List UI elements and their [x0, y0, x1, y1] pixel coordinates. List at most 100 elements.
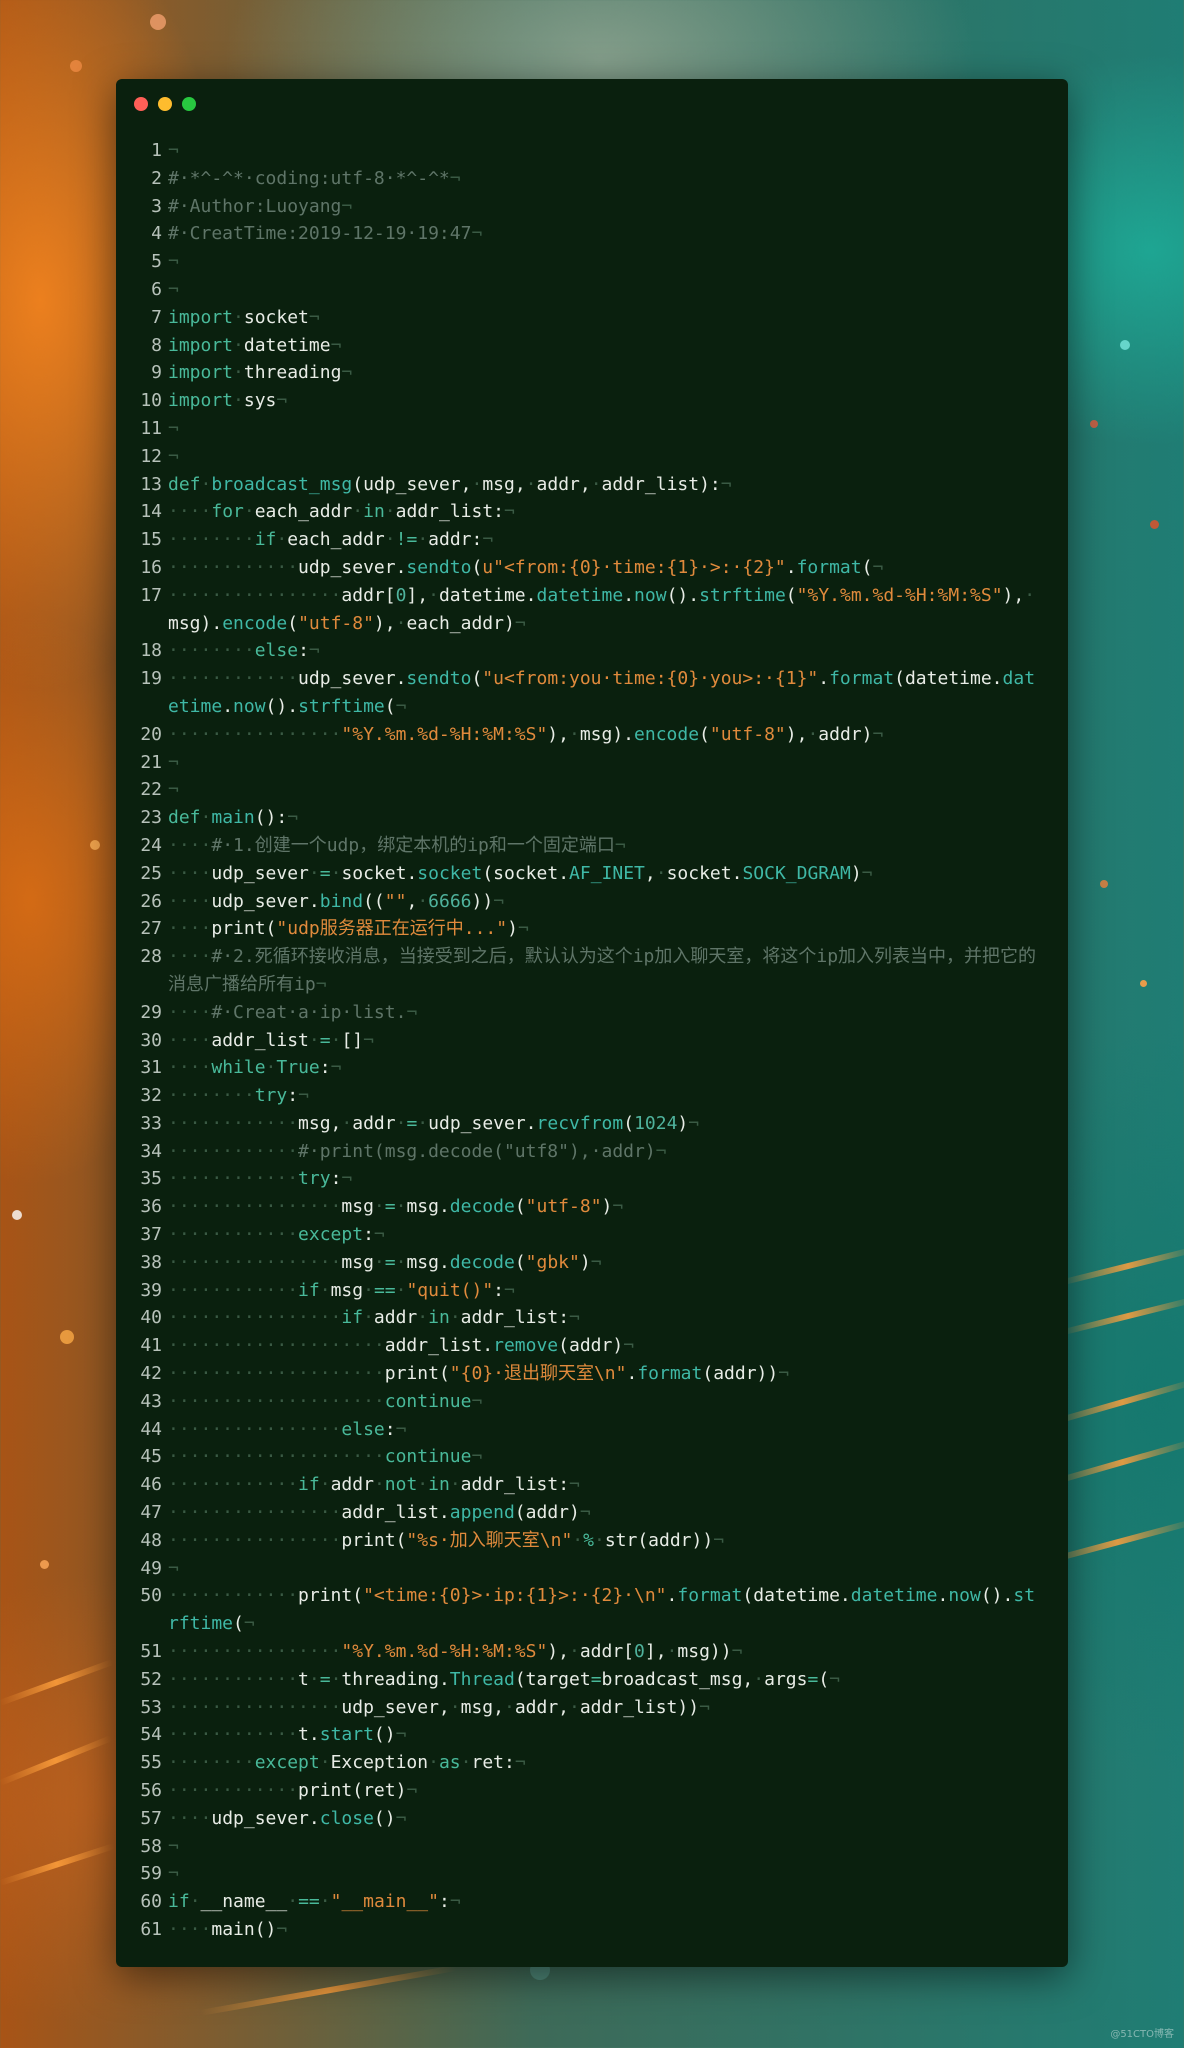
code-text: ····while·True:¬	[168, 1054, 1038, 1082]
code-line: 13 def·broadcast_msg(udp_sever,·msg,·addr…	[116, 471, 1068, 499]
function-token: close	[319, 1807, 374, 1829]
code-line: 56 ············print(ret)¬	[116, 1777, 1068, 1805]
code-line: 48 ················print("%s·加入聊天室\n"·%·s…	[116, 1527, 1068, 1555]
keyword-token: except	[298, 1224, 364, 1246]
whitespace-marker: ·	[417, 1307, 429, 1329]
line-number: 41	[140, 1335, 162, 1357]
bokeh-dot	[12, 1210, 22, 1220]
bokeh-dot	[1120, 340, 1130, 350]
whitespace-marker: ¬	[569, 1307, 580, 1329]
line-number: 47	[140, 1502, 162, 1524]
string-token: "udp服务器正在运行中..."	[276, 918, 508, 940]
identifier-token: addr	[330, 1474, 374, 1496]
close-window-button[interactable]	[134, 97, 148, 111]
code-text: ¬	[168, 415, 1038, 443]
identifier-token: addr[	[341, 584, 396, 606]
line-number: 17	[140, 584, 162, 606]
punct-token: (	[514, 1502, 526, 1524]
whitespace-marker: ············	[168, 556, 299, 578]
code-line: 26 ····udp_sever.bind(("",·6666))¬	[116, 888, 1068, 916]
string-token: "__main__"	[330, 1891, 439, 1913]
comment-token: #·CreatTime:2019-12-19·19:47	[168, 223, 472, 245]
whitespace-marker: ················	[168, 1696, 342, 1718]
minimize-window-button[interactable]	[158, 97, 172, 111]
code-text: ············print(ret)¬	[168, 1777, 1038, 1805]
code-window: 1 ¬ 2 #·*^-^*·coding:utf-8·*^-^*¬ 3 #·Author:…	[116, 79, 1068, 1967]
identifier-token: addr_list):	[601, 473, 721, 495]
whitespace-marker: ·	[417, 1112, 429, 1134]
whitespace-marker: ········	[168, 1752, 255, 1774]
identifier-token: :	[287, 1085, 299, 1107]
identifier-token: msg,	[298, 1112, 342, 1134]
whitespace-marker: ¬	[688, 1112, 700, 1134]
identifier-token: print	[211, 918, 266, 940]
keyword-token: in	[428, 1474, 450, 1496]
whitespace-marker: ¬	[168, 445, 179, 467]
bokeh-dot	[1100, 880, 1108, 888]
function-token: encode	[634, 723, 700, 745]
function-token: format	[796, 556, 862, 578]
code-line: 18 ········else:¬	[116, 637, 1068, 665]
line-number: 42	[140, 1363, 162, 1385]
code-text: #·CreatTime:2019-12-19·19:47¬	[168, 220, 1038, 248]
maximize-window-button[interactable]	[182, 97, 196, 111]
line-number: 4	[151, 223, 162, 245]
comment-token: #·2.死循环接收消息，当接受到之后，默认认为这个ip加入聊天室，将这个ip加入…	[168, 946, 1037, 995]
whitespace-marker: ·	[666, 1641, 678, 1663]
code-text: ¬	[168, 776, 1038, 804]
string-token: "%Y.%m.%d-%H:%M:%S"	[341, 723, 548, 745]
identifier-token: msg,	[482, 473, 526, 495]
code-line: 29 ····#·Creat·a·ip·list.¬	[116, 999, 1068, 1027]
identifier-token: ),	[785, 723, 808, 745]
punct-token: ():	[254, 807, 288, 829]
function-token: format	[829, 668, 895, 690]
identifier-token: addr_list	[211, 1029, 309, 1051]
line-number: 12	[140, 445, 162, 467]
identifier-token: ],	[406, 584, 429, 606]
whitespace-marker: ¬	[406, 1001, 418, 1023]
keyword-token: in	[363, 501, 385, 523]
keyword-token: if	[168, 1891, 190, 1913]
whitespace-marker: ¬	[276, 1919, 288, 1940]
whitespace-marker: ············	[168, 1585, 299, 1607]
identifier-token: udp_sever.	[428, 1112, 537, 1134]
identifier-token: )	[601, 1196, 613, 1218]
line-number: 11	[140, 417, 162, 439]
whitespace-marker: ·	[233, 390, 244, 412]
line-number: 19	[140, 668, 162, 690]
whitespace-marker: ············	[168, 1724, 299, 1746]
whitespace-marker: ············	[168, 1668, 299, 1690]
whitespace-marker: ¬	[482, 529, 494, 551]
whitespace-marker: ¬	[569, 1474, 580, 1496]
code-line: 8 import·datetime¬	[116, 332, 1068, 360]
identifier-token: :	[298, 640, 309, 662]
identifier-token: t.	[298, 1724, 320, 1746]
whitespace-marker: ¬	[406, 1780, 418, 1802]
identifier-token: print	[384, 1363, 439, 1385]
whitespace-marker: ·	[373, 1196, 385, 1218]
keyword-token: =	[406, 1112, 418, 1134]
code-text: ¬	[168, 137, 1038, 165]
code-line: 50 ············print("<time:{0}>·ip:{1}>:…	[116, 1582, 1068, 1638]
code-editor: 1 ¬ 2 #·*^-^*·coding:utf-8·*^-^*¬ 3 #·Author:…	[116, 137, 1068, 1944]
whitespace-marker: ·	[449, 1474, 461, 1496]
whitespace-marker: ·	[200, 807, 212, 829]
code-text: import·threading¬	[168, 359, 1038, 387]
identifier-token: main()	[211, 1919, 277, 1940]
keyword-token: not	[384, 1474, 418, 1496]
whitespace-marker: ¬	[655, 1140, 667, 1162]
keyword-token: if	[341, 1307, 364, 1329]
punct-token: (	[438, 1363, 450, 1385]
code-line: 34 ············#·print(msg.decode("utf8")…	[116, 1138, 1068, 1166]
punct-token: ()	[980, 1585, 1003, 1607]
whitespace-marker: ¬	[341, 362, 353, 384]
keyword-token: =	[319, 1029, 331, 1051]
code-text: ····················print("{0}·退出聊天室\n".…	[168, 1360, 1038, 1388]
code-line: 45 ····················continue¬	[116, 1443, 1068, 1471]
keyword-token: if	[298, 1279, 320, 1301]
whitespace-marker: ·	[395, 1196, 407, 1218]
keyword-token: import	[168, 362, 234, 384]
code-text: ················addr_list.append(addr)¬	[168, 1499, 1038, 1527]
punct-token: (	[514, 1251, 526, 1273]
whitespace-marker: ·	[330, 862, 342, 884]
